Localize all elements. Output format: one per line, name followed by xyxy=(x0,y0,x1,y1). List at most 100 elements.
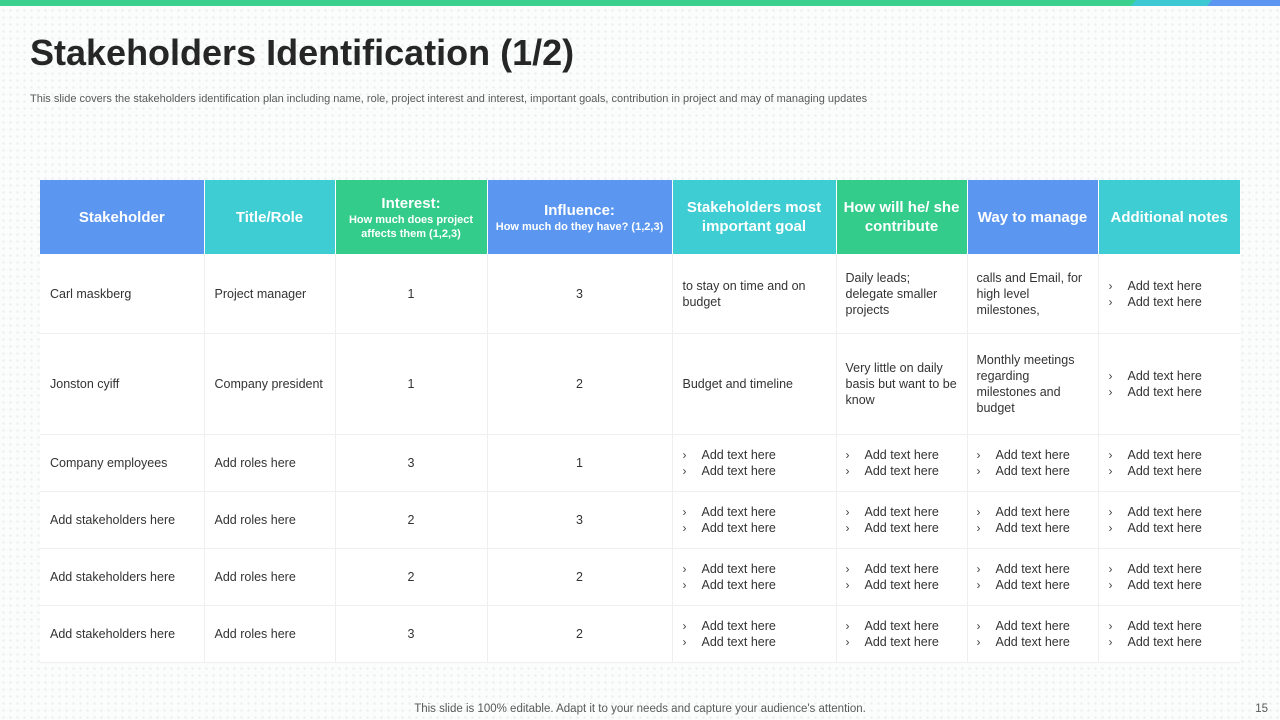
interest-cell: 3 xyxy=(335,605,488,663)
bullet-list: Add text here Add text here xyxy=(1109,618,1231,650)
stakeholder-cell: Jonston cyiff xyxy=(40,333,205,435)
list-item: Add text here xyxy=(1109,618,1231,634)
header-interest: Interest: How much does project affects … xyxy=(335,180,488,254)
bullet-list: Add text here Add text here xyxy=(683,504,826,536)
top-accent-bar xyxy=(0,0,1280,6)
notes-cell: Add text here Add text here xyxy=(1098,254,1240,334)
bullet-list: Add text here Add text here xyxy=(1109,504,1231,536)
list-item: Add text here xyxy=(1109,447,1231,463)
stakeholder-cell: Add stakeholders here xyxy=(40,605,205,663)
bullet-list: Add text here Add text here xyxy=(683,447,826,479)
list-item: Add text here xyxy=(977,561,1092,577)
influence-cell: 3 xyxy=(487,491,673,549)
stakeholder-cell: Carl maskberg xyxy=(40,254,205,334)
header-stakeholder: Stakeholder xyxy=(40,180,205,254)
interest-cell: 1 xyxy=(335,254,488,334)
list-item: Add text here xyxy=(977,634,1092,650)
list-item: Add text here xyxy=(977,447,1092,463)
bullet-list: Add text here Add text here xyxy=(683,618,826,650)
accent-bar-teal xyxy=(1130,0,1216,6)
list-item: Add text here xyxy=(1109,368,1231,384)
manage-cell: Add text here Add text here xyxy=(967,491,1099,549)
table-header-row: Stakeholder Title/Role Interest: How muc… xyxy=(40,180,1240,254)
bullet-list: Add text here Add text here xyxy=(1109,561,1231,593)
list-item: Add text here xyxy=(1109,463,1231,479)
notes-cell: Add text here Add text here xyxy=(1098,548,1240,606)
list-item: Add text here xyxy=(1109,294,1231,310)
page-number: 15 xyxy=(1255,703,1268,715)
interest-cell: 2 xyxy=(335,548,488,606)
manage-cell: Add text here Add text here xyxy=(967,434,1099,492)
header-interest-sub: How much does project affects them (1,2,… xyxy=(348,213,474,240)
goal-cell: Add text here Add text here xyxy=(672,548,837,606)
interest-cell: 1 xyxy=(335,333,488,435)
role-cell: Add roles here xyxy=(204,491,336,549)
list-item: Add text here xyxy=(846,577,961,593)
interest-cell: 2 xyxy=(335,491,488,549)
header-additional-notes: Additional notes xyxy=(1098,180,1240,254)
list-item: Add text here xyxy=(1109,278,1231,294)
notes-cell: Add text here Add text here xyxy=(1098,333,1240,435)
bullet-list: Add text here Add text here xyxy=(846,561,961,593)
role-cell: Project manager xyxy=(204,254,336,334)
header-title-role: Title/Role xyxy=(204,180,336,254)
slide-title: Stakeholders Identification (1/2) xyxy=(30,32,575,73)
table-row: Company employees Add roles here 3 1 Add… xyxy=(40,434,1240,492)
list-item: Add text here xyxy=(683,463,826,479)
stakeholder-cell: Company employees xyxy=(40,434,205,492)
influence-cell: 1 xyxy=(487,434,673,492)
interest-cell: 3 xyxy=(335,434,488,492)
list-item: Add text here xyxy=(977,463,1092,479)
notes-cell: Add text here Add text here xyxy=(1098,491,1240,549)
role-cell: Add roles here xyxy=(204,434,336,492)
list-item: Add text here xyxy=(683,634,826,650)
header-contribute: How will he/ she contribute xyxy=(836,180,968,254)
influence-cell: 2 xyxy=(487,333,673,435)
stakeholder-cell: Add stakeholders here xyxy=(40,548,205,606)
list-item: Add text here xyxy=(977,504,1092,520)
manage-cell: Monthly meetings regarding milestones an… xyxy=(967,333,1099,435)
list-item: Add text here xyxy=(977,577,1092,593)
list-item: Add text here xyxy=(846,463,961,479)
contribute-cell: Daily leads; delegate smaller projects xyxy=(836,254,968,334)
table-row: Jonston cyiff Company president 1 2 Budg… xyxy=(40,333,1240,435)
list-item: Add text here xyxy=(1109,634,1231,650)
header-influence: Influence: How much do they have? (1,2,3… xyxy=(487,180,673,254)
bullet-list: Add text here Add text here xyxy=(683,561,826,593)
bullet-list: Add text here Add text here xyxy=(977,504,1092,536)
manage-cell: calls and Email, for high level mileston… xyxy=(967,254,1099,334)
manage-cell: Add text here Add text here xyxy=(967,605,1099,663)
bullet-list: Add text here Add text here xyxy=(1109,368,1231,400)
bullet-list: Add text here Add text here xyxy=(977,447,1092,479)
goal-cell: Add text here Add text here xyxy=(672,434,837,492)
list-item: Add text here xyxy=(846,634,961,650)
list-item: Add text here xyxy=(1109,520,1231,536)
bullet-list: Add text here Add text here xyxy=(1109,278,1231,310)
stakeholder-cell: Add stakeholders here xyxy=(40,491,205,549)
list-item: Add text here xyxy=(846,520,961,536)
contribute-cell: Add text here Add text here xyxy=(836,548,968,606)
role-cell: Company president xyxy=(204,333,336,435)
contribute-cell: Add text here Add text here xyxy=(836,491,968,549)
slide-subtitle: This slide covers the stakeholders ident… xyxy=(30,93,868,105)
list-item: Add text here xyxy=(683,504,826,520)
list-item: Add text here xyxy=(1109,577,1231,593)
contribute-cell: Add text here Add text here xyxy=(836,605,968,663)
bullet-list: Add text here Add text here xyxy=(977,618,1092,650)
bullet-list: Add text here Add text here xyxy=(846,504,961,536)
list-item: Add text here xyxy=(1109,384,1231,400)
role-cell: Add roles here xyxy=(204,548,336,606)
list-item: Add text here xyxy=(846,618,961,634)
table-row: Carl maskberg Project manager 1 3 to sta… xyxy=(40,254,1240,334)
list-item: Add text here xyxy=(683,577,826,593)
goal-cell: Add text here Add text here xyxy=(672,605,837,663)
contribute-cell: Add text here Add text here xyxy=(836,434,968,492)
footer-note: This slide is 100% editable. Adapt it to… xyxy=(414,703,866,715)
bullet-list: Add text here Add text here xyxy=(977,561,1092,593)
list-item: Add text here xyxy=(846,447,961,463)
header-influence-sub: How much do they have? (1,2,3) xyxy=(495,220,664,233)
influence-cell: 3 xyxy=(487,254,673,334)
influence-cell: 2 xyxy=(487,605,673,663)
bullet-list: Add text here Add text here xyxy=(846,447,961,479)
list-item: Add text here xyxy=(683,447,826,463)
